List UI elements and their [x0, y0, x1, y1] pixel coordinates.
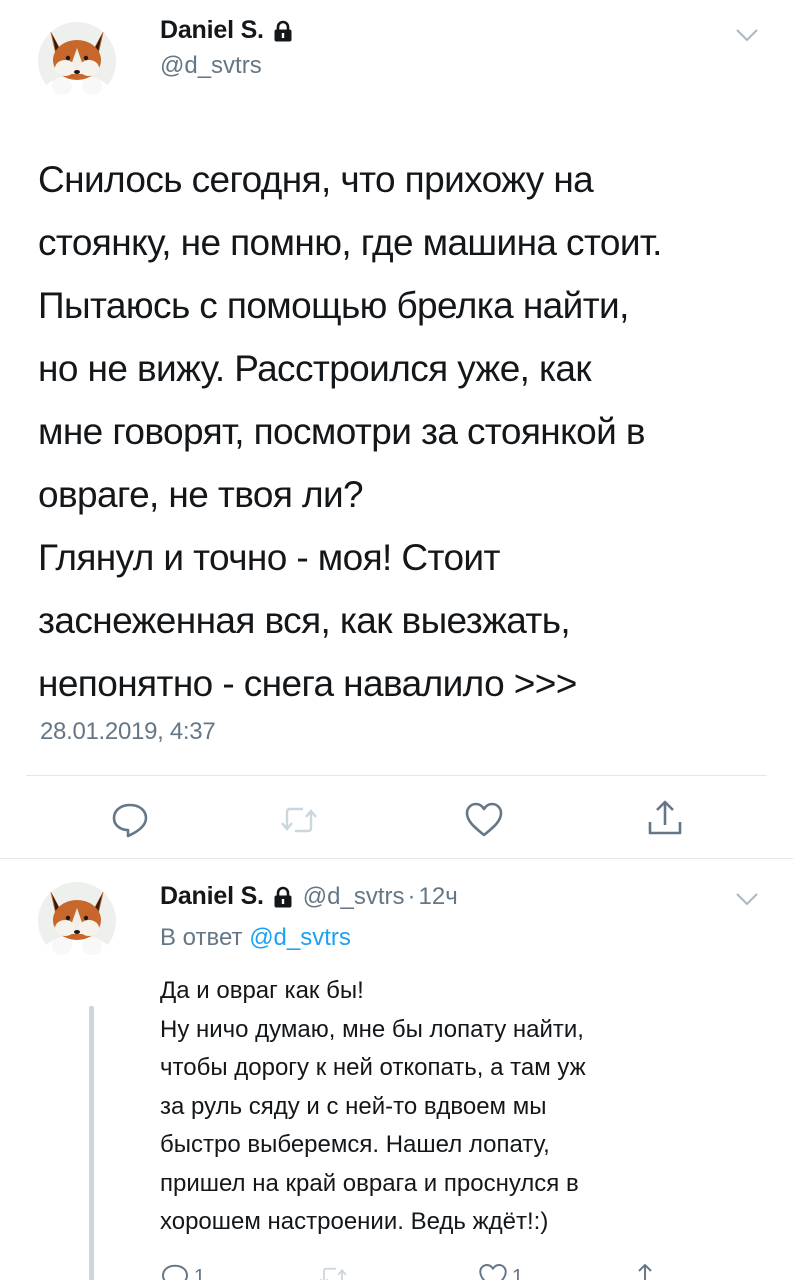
tweet-text-line: овраге, не твоя ли? [38, 474, 364, 515]
share-icon [638, 1264, 652, 1280]
reply-text-line: хорошем настроении. Ведь ждёт!:) [160, 1208, 549, 1235]
retweet-icon [319, 1267, 347, 1280]
avatar[interactable] [38, 882, 116, 960]
reply-text-line: за руль сяду и с ней-то вдвоем мы [160, 1092, 547, 1120]
like-button[interactable] [464, 800, 504, 840]
tweet-text-line: Глянул и точно - моя! Стоит [38, 537, 500, 578]
tweet-text-line: Снилось сегодня, что прихожу на [38, 159, 594, 200]
reply-author[interactable]: Daniel S. @d_svtrs · 12ч [160, 882, 458, 911]
lock-icon [273, 886, 293, 908]
like-button[interactable]: 1 [478, 1262, 523, 1280]
tweet-text-line: но не вижу. Расстроился уже, как [38, 348, 592, 389]
share-icon [648, 800, 682, 835]
reply-time[interactable]: 12ч [419, 883, 458, 911]
author-handle[interactable]: @d_svtrs [160, 52, 262, 80]
thread-line [89, 1006, 94, 1280]
retweet-icon [281, 807, 317, 833]
meta-separator: · [407, 882, 416, 910]
reply-text: Да и овраг как бы! Ну ничо думаю, мне бы… [160, 972, 760, 1242]
in-reply-handle-link[interactable]: @d_svtrs [249, 924, 351, 951]
lock-icon [273, 20, 293, 42]
like-count: 1 [512, 1265, 524, 1280]
tweet-text-line: Пытаюсь с помощью брелка найти, [38, 285, 629, 326]
reply-button[interactable]: 1 [160, 1262, 205, 1280]
tweet-text: Снилось сегодня, что прихожу на стоянку,… [38, 148, 768, 715]
share-button[interactable] [630, 1262, 660, 1280]
reply-icon [162, 1264, 188, 1280]
tweet-text-line: заснеженная вся, как выезжать, [38, 600, 571, 641]
like-icon [479, 1264, 507, 1280]
reply-text-line: Ну ничо думаю, мне бы лопату найти, [160, 1015, 584, 1043]
tweet-author[interactable]: Daniel S. [160, 16, 293, 45]
like-icon [465, 802, 503, 837]
chevron-down-icon[interactable] [734, 890, 760, 908]
fox-avatar-image [38, 22, 116, 100]
divider [0, 858, 793, 859]
reply-icon [112, 803, 148, 838]
reply-text-line: чтобы дорогу к ней откопать, а там уж [160, 1054, 586, 1081]
tweet-timestamp[interactable]: 28.01.2019, 4:37 [40, 718, 216, 746]
reply-count: 1 [194, 1265, 206, 1280]
author-name[interactable]: Daniel S. [160, 16, 264, 45]
retweet-button[interactable] [318, 1262, 348, 1280]
retweet-button[interactable] [279, 800, 319, 840]
tweet-text-line: непонятно - снега навалило >>> [38, 663, 577, 704]
reply-text-line: быстро выберемся. Нашел лопату, [160, 1131, 550, 1158]
in-reply-to: В ответ @d_svtrs [160, 924, 351, 952]
divider [26, 775, 767, 776]
author-handle[interactable]: @d_svtrs [303, 883, 405, 911]
fox-avatar-image [38, 882, 116, 960]
tweet-text-line: мне говорят, посмотри за стоянкой в [38, 411, 645, 452]
author-name[interactable]: Daniel S. [160, 882, 264, 911]
chevron-down-icon[interactable] [734, 26, 760, 44]
reply-button[interactable] [110, 800, 150, 840]
avatar[interactable] [38, 22, 116, 100]
in-reply-prefix: В ответ [160, 924, 243, 951]
reply-text-line: Да и овраг как бы! [160, 977, 364, 1004]
tweet-text-line: стоянку, не помню, где машина стоит. [38, 222, 662, 263]
reply-text-line: пришел на край оврага и проснулся в [160, 1169, 579, 1197]
share-button[interactable] [645, 798, 685, 838]
